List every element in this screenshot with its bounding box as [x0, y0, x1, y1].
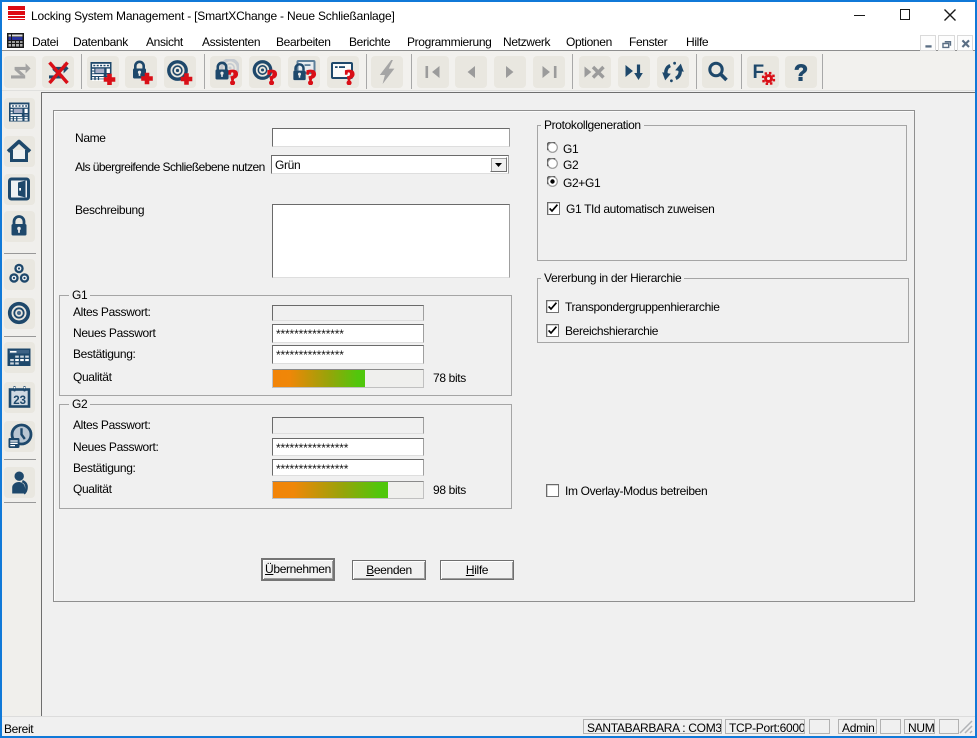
svg-text:?: ? [306, 66, 317, 86]
svg-text:?: ? [345, 66, 356, 86]
svg-text:?: ? [228, 66, 239, 86]
svg-text:?: ? [794, 60, 808, 86]
svg-text:F: F [753, 62, 765, 83]
svg-text:23: 23 [13, 395, 26, 407]
svg-text:?: ? [267, 66, 278, 86]
